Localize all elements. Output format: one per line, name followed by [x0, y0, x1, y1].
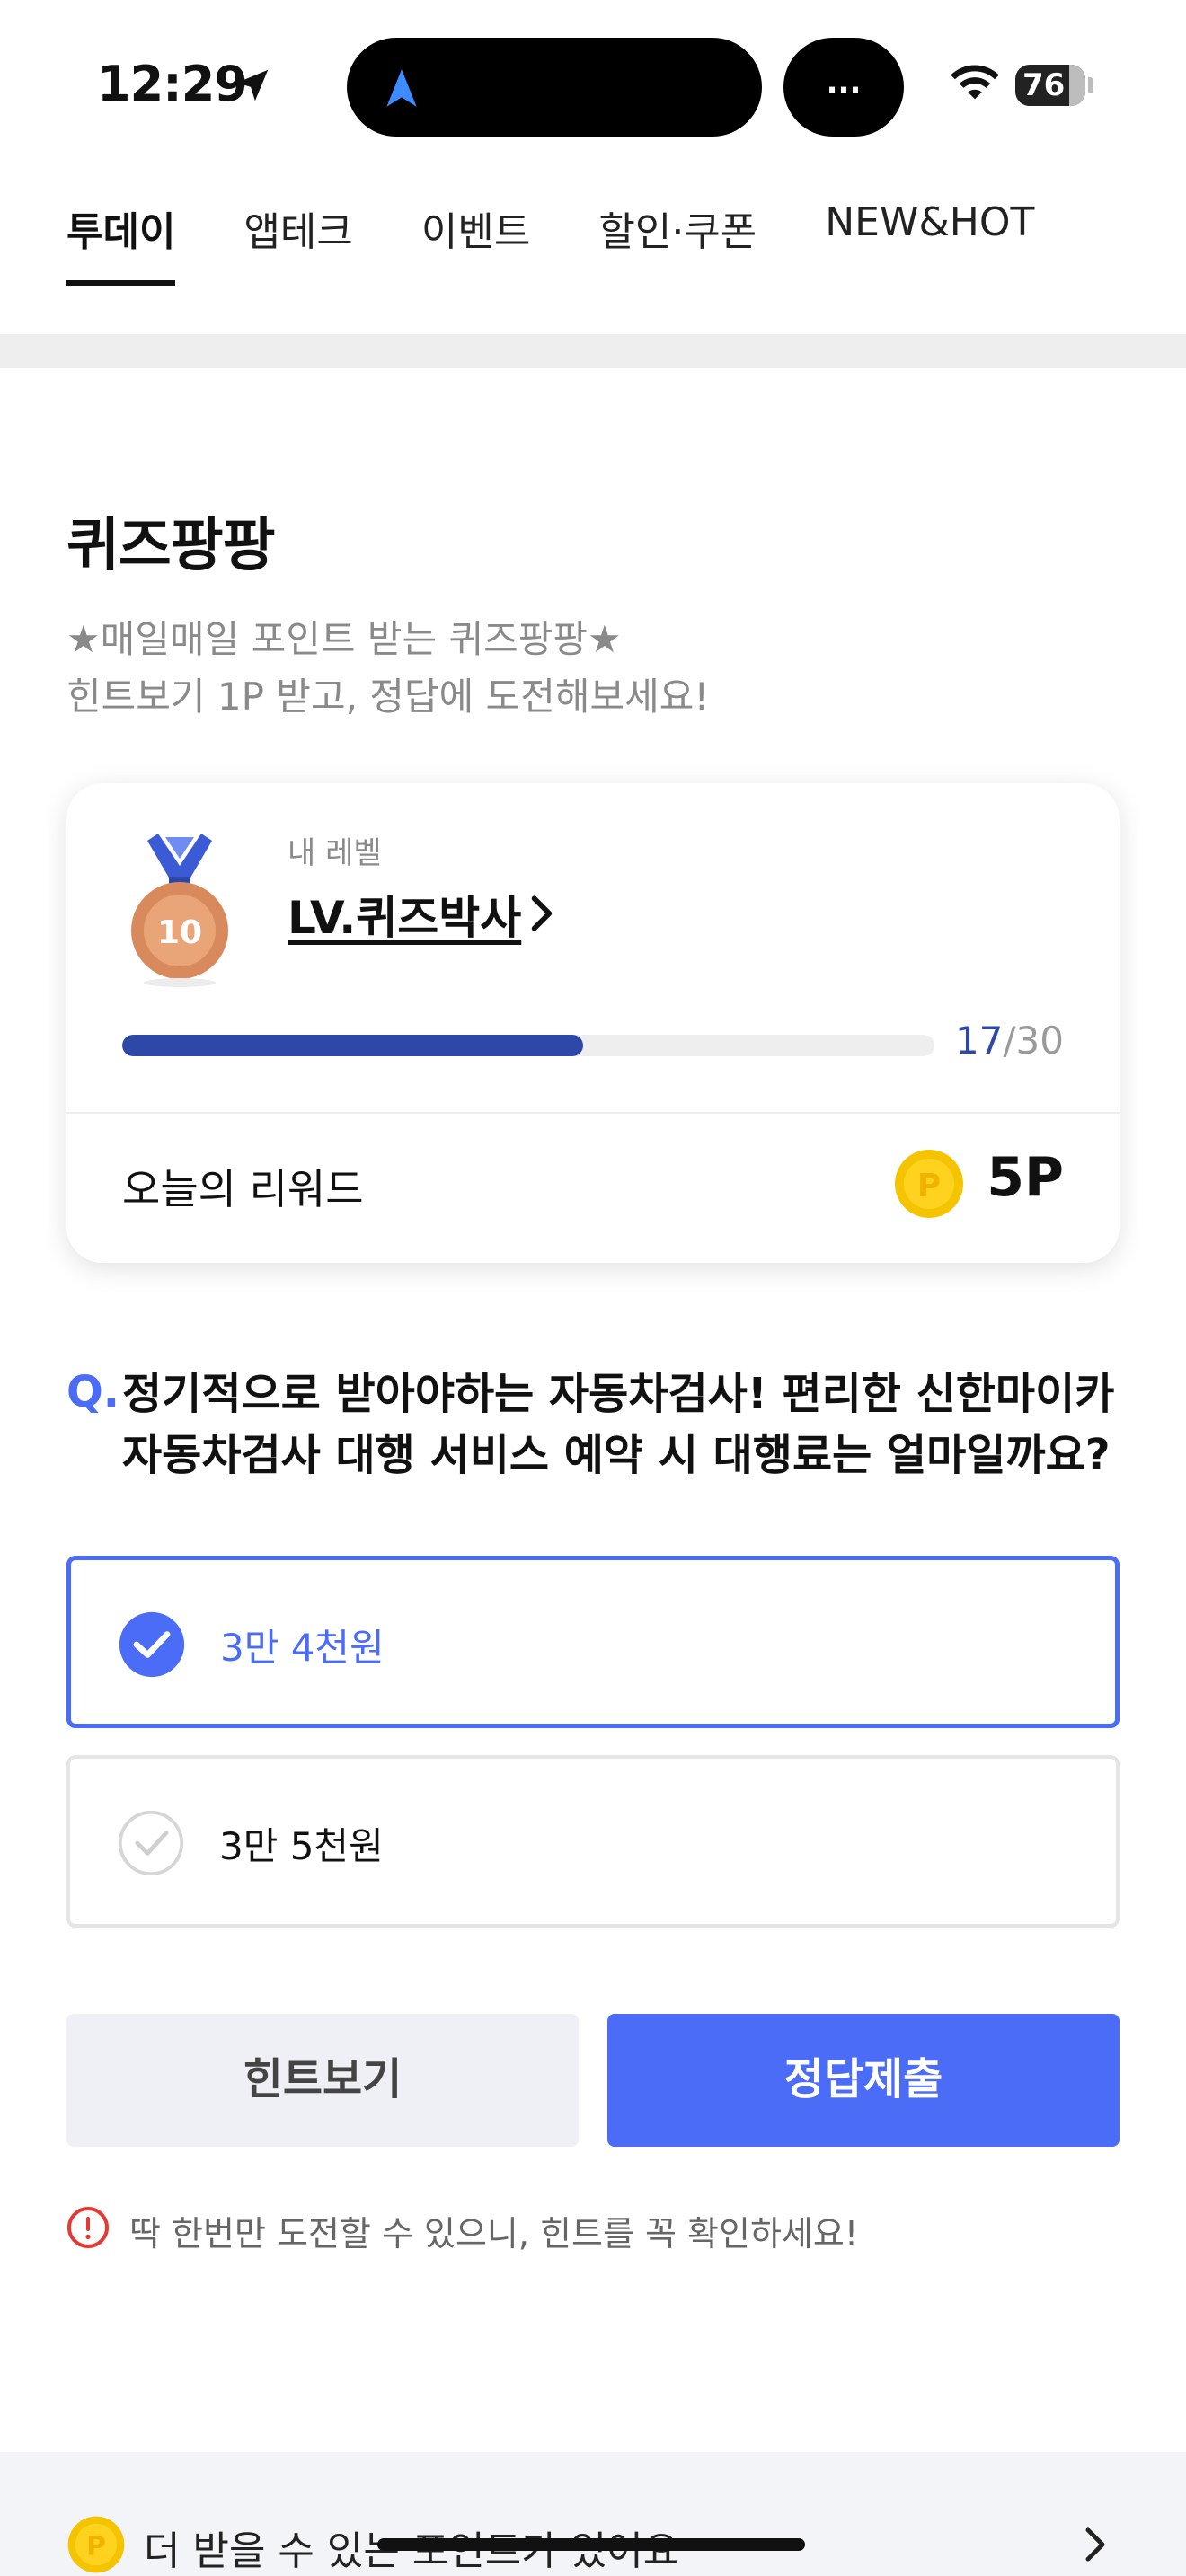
tab-apptech[interactable]: 앱테크: [243, 199, 352, 286]
tab-event[interactable]: 이벤트: [421, 199, 530, 286]
location-arrow-icon: [236, 69, 269, 101]
warning-icon: [67, 2207, 109, 2248]
level-caption: 내 레벨: [288, 835, 382, 871]
dynamic-island-right: ...: [783, 38, 904, 137]
card-divider: [66, 1112, 1120, 1114]
submit-answer-button[interactable]: 정답제출: [607, 2014, 1120, 2147]
answer-option-2-label: 3만 5천원: [219, 1824, 384, 1868]
reward-value: 5P: [987, 1146, 1064, 1209]
answer-option-2[interactable]: 3만 5천원: [66, 1755, 1120, 1928]
status-time: 12:29: [97, 56, 248, 112]
quiz-page: 12:29 ... 76 투데이 앱테크 이벤트 할인·쿠폰 NEW&HOT 퀴…: [0, 0, 1186, 2576]
section-divider: [0, 334, 1186, 368]
quiz-description: ★매일매일 포인트 받는 퀴즈팡팡★ 힌트보기 1P 받고, 정답에 도전해보세…: [66, 611, 709, 726]
hint-button[interactable]: 힌트보기: [66, 2014, 579, 2147]
battery-level: 76: [1022, 67, 1066, 103]
chevron-right-icon[interactable]: [1084, 2526, 1107, 2563]
quiz-desc-line1: ★매일매일 포인트 받는 퀴즈팡팡★: [66, 617, 622, 661]
question-line1: 정기적으로 받아야하는 자동차검사! 편리한 신한마이카: [122, 1369, 1115, 1419]
reward-label: 오늘의 리워드: [122, 1165, 364, 1213]
battery-tip: [1088, 77, 1093, 93]
quiz-title: 퀴즈팡팡: [66, 513, 276, 579]
question-line2: 자동차검사 대행 서비스 예약 시 대행료는 얼마일까요?: [122, 1430, 1111, 1480]
tab-today[interactable]: 투데이: [66, 199, 176, 286]
medal-number: 10: [157, 914, 202, 951]
quiz-desc-line2: 힌트보기 1P 받고, 정답에 도전해보세요!: [66, 675, 710, 719]
check-circle-filled-icon: [119, 1611, 185, 1678]
wifi-icon: [951, 65, 999, 100]
progress-current: 17: [954, 1019, 1004, 1063]
chevron-right-icon[interactable]: [527, 891, 557, 936]
top-tabs: 투데이 앱테크 이벤트 할인·쿠폰 NEW&HOT: [66, 199, 1102, 286]
status-bar: 12:29 ... 76: [0, 0, 1186, 171]
answer-option-1[interactable]: 3만 4천원: [66, 1556, 1120, 1728]
level-progress-text: 17/30: [955, 1019, 1064, 1063]
question-prefix: Q.: [66, 1367, 120, 1417]
level-progress-bar: [122, 1035, 934, 1056]
point-coin-icon: P: [67, 2516, 125, 2573]
navigation-icon: [386, 69, 417, 107]
level-progress-fill: [122, 1035, 583, 1056]
check-circle-outline-icon: [118, 1810, 184, 1876]
warning-text: 딱 한번만 도전할 수 있으니, 힌트를 꼭 확인하세요!: [129, 2214, 859, 2254]
home-indicator: [377, 2538, 805, 2551]
more-coin-symbol: P: [86, 2531, 106, 2563]
dynamic-island-left: [347, 38, 762, 137]
coin-symbol: P: [917, 1168, 941, 1204]
level-name-link[interactable]: LV.퀴즈박사: [288, 882, 521, 947]
point-coin-icon: P: [895, 1150, 963, 1218]
question-text: 정기적으로 받아야하는 자동차검사! 편리한 신한마이카 자동차검사 대행 서비…: [122, 1363, 1137, 1486]
tab-new-hot[interactable]: NEW&HOT: [825, 199, 1034, 286]
tab-discount-coupon[interactable]: 할인·쿠폰: [598, 199, 757, 286]
battery-icon: 76: [1015, 65, 1085, 106]
answer-option-1-label: 3만 4천원: [220, 1626, 385, 1670]
progress-total: /30: [1003, 1019, 1064, 1063]
level-card: 10 내 레벨 LV.퀴즈박사 17/30 오늘의 리워드 P 5P: [66, 783, 1120, 1263]
medal-icon: 10: [131, 834, 228, 987]
